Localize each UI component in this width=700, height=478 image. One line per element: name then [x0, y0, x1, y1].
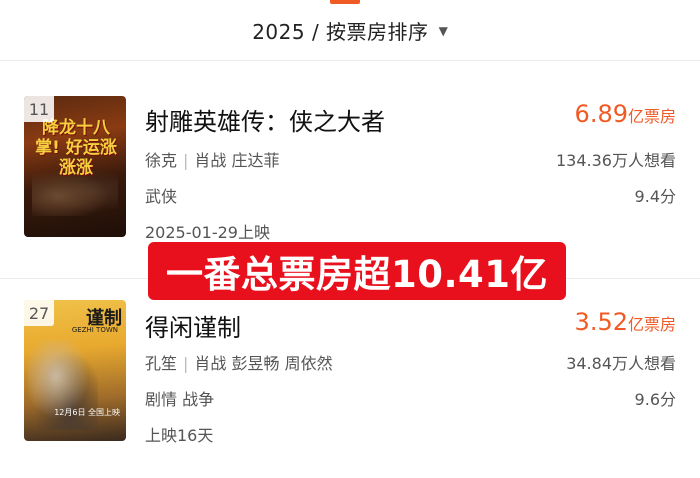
- score: 9.6分: [634, 390, 676, 409]
- overlay-banner: 一番总票房超10.41亿: [148, 242, 566, 300]
- box-office-value: 3.52: [574, 308, 628, 336]
- movie-poster[interactable]: 谨制 GEZHI TOWN 12月6日 全国上映 27: [24, 300, 126, 441]
- release-info: 2025-01-29上映: [145, 223, 270, 242]
- poster-slogan: 降龙十八掌! 好运涨涨涨: [35, 118, 117, 178]
- genre: 剧情 战争: [145, 390, 215, 409]
- cast: 肖战 庄达菲: [194, 151, 280, 170]
- box-office: 3.52亿票房: [575, 308, 676, 336]
- chevron-down-icon: ▼: [438, 24, 448, 38]
- sort-filter-dropdown[interactable]: 2025 / 按票房排序 ▼: [0, 0, 700, 60]
- box-office-value: 6.89: [574, 100, 628, 128]
- separator: |: [183, 354, 189, 373]
- want-to-see-count: 134.36万人想看: [556, 151, 676, 170]
- poster-date: 12月6日 全国上映: [54, 408, 120, 417]
- genre: 武侠: [145, 187, 178, 206]
- box-office-unit: 亿票房: [627, 107, 676, 126]
- credits-line: 徐克 | 肖战 庄达菲: [145, 147, 280, 171]
- box-office: 6.89亿票房: [575, 100, 676, 128]
- movie-card[interactable]: 谨制 GEZHI TOWN 12月6日 全国上映 27 得闲谨制 3.52亿票房…: [0, 278, 700, 478]
- movie-title[interactable]: 得闲谨制: [145, 308, 241, 343]
- filter-label: 2025 / 按票房排序: [252, 19, 429, 44]
- want-to-see-count: 34.84万人想看: [566, 354, 676, 373]
- score: 9.4分: [634, 187, 676, 206]
- poster-subtitle: GEZHI TOWN: [71, 326, 118, 334]
- separator: |: [183, 151, 189, 170]
- director: 徐克: [145, 151, 178, 170]
- credits-line: 孔笙 | 肖战 彭昱畅 周依然: [145, 350, 333, 374]
- release-info: 上映16天: [145, 426, 214, 445]
- cast: 肖战 彭昱畅 周依然: [194, 354, 333, 373]
- rank-badge: 27: [24, 300, 54, 326]
- box-office-unit: 亿票房: [627, 315, 676, 334]
- director: 孔笙: [145, 354, 178, 373]
- movie-title[interactable]: 射雕英雄传：侠之大者: [145, 102, 385, 137]
- movie-poster[interactable]: 降龙十八掌! 好运涨涨涨 11: [24, 96, 126, 237]
- rank-badge: 11: [24, 96, 54, 122]
